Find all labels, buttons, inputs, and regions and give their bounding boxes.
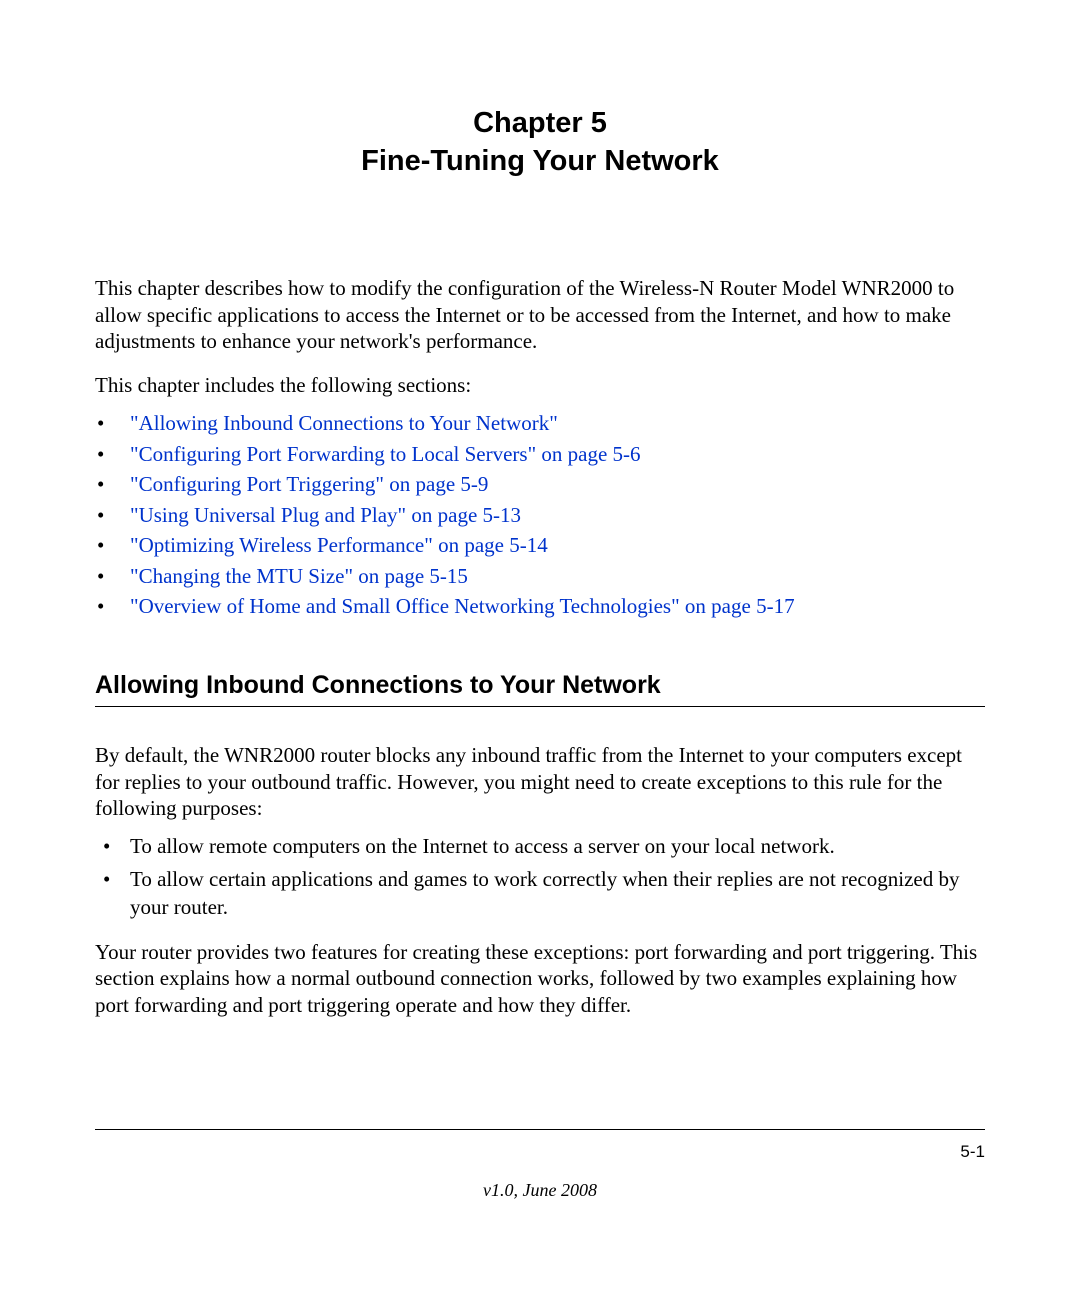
toc-link[interactable]: "Optimizing Wireless Performance" on pag… xyxy=(130,533,548,557)
toc-list: "Allowing Inbound Connections to Your Ne… xyxy=(95,408,985,621)
sections-intro: This chapter includes the following sect… xyxy=(95,372,985,398)
chapter-title: Fine-Tuning Your Network xyxy=(95,143,985,181)
intro-paragraph: This chapter describes how to modify the… xyxy=(95,275,985,354)
version-text: v1.0, June 2008 xyxy=(95,1180,985,1201)
page-number: 5-1 xyxy=(95,1142,985,1162)
toc-link[interactable]: "Allowing Inbound Connections to Your Ne… xyxy=(130,411,558,435)
toc-link[interactable]: "Configuring Port Forwarding to Local Se… xyxy=(130,442,641,466)
chapter-number: Chapter 5 xyxy=(95,105,985,143)
toc-link[interactable]: "Overview of Home and Small Office Netwo… xyxy=(130,594,795,618)
page-footer: 5-1 v1.0, June 2008 xyxy=(95,1129,985,1201)
toc-item: "Overview of Home and Small Office Netwo… xyxy=(95,591,985,621)
list-item: To allow remote computers on the Interne… xyxy=(95,833,985,860)
list-item: To allow certain applications and games … xyxy=(95,866,985,921)
toc-item: "Configuring Port Triggering" on page 5-… xyxy=(95,469,985,499)
section-heading: Allowing Inbound Connections to Your Net… xyxy=(95,671,985,707)
toc-link[interactable]: "Using Universal Plug and Play" on page … xyxy=(130,503,521,527)
toc-item: "Changing the MTU Size" on page 5-15 xyxy=(95,561,985,591)
toc-item: "Using Universal Plug and Play" on page … xyxy=(95,500,985,530)
toc-item: "Configuring Port Forwarding to Local Se… xyxy=(95,439,985,469)
document-page: Chapter 5 Fine-Tuning Your Network This … xyxy=(0,0,1080,1018)
toc-item: "Allowing Inbound Connections to Your Ne… xyxy=(95,408,985,438)
purpose-list: To allow remote computers on the Interne… xyxy=(95,833,985,921)
toc-link[interactable]: "Changing the MTU Size" on page 5-15 xyxy=(130,564,468,588)
chapter-heading: Chapter 5 Fine-Tuning Your Network xyxy=(95,105,985,180)
section-paragraph: Your router provides two features for cr… xyxy=(95,939,985,1018)
toc-item: "Optimizing Wireless Performance" on pag… xyxy=(95,530,985,560)
section-paragraph: By default, the WNR2000 router blocks an… xyxy=(95,742,985,821)
toc-link[interactable]: "Configuring Port Triggering" on page 5-… xyxy=(130,472,488,496)
